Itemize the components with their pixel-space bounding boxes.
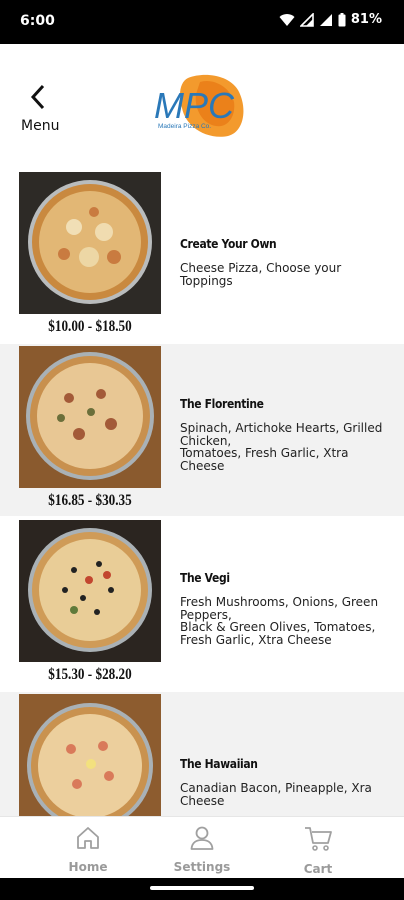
item-description: Cheese Pizza, Choose your Toppings (180, 261, 342, 288)
item-description: Fresh Mushrooms, Onions, Green Peppers, … (180, 595, 379, 647)
pizza-photo (19, 520, 161, 662)
price-label: $16.85 - $30.35 (48, 492, 132, 509)
bottom-nav: Home Settings Cart (0, 816, 404, 879)
status-time: 6:00 (20, 13, 55, 29)
home-icon (77, 827, 99, 849)
signal-icon (299, 12, 314, 27)
svg-text:Madeira Pizza Co.: Madeira Pizza Co. (158, 123, 211, 130)
pizza-photo (19, 172, 161, 314)
menu-item[interactable]: $15.30 - $28.20 The Vegi Fresh Mushrooms… (0, 518, 404, 690)
menu-item[interactable]: $16.85 - $30.35 The Florentine Spinach, … (0, 344, 404, 516)
price-label: $10.00 - $18.50 (48, 318, 132, 335)
nav-cart-label: Cart (303, 862, 333, 876)
restaurant-logo: MPC Madeira Pizza Co. (148, 72, 258, 142)
chevron-left-icon (30, 84, 45, 110)
header: Menu MPC Madeira Pizza Co. (0, 44, 404, 170)
nav-cart[interactable]: Cart (278, 825, 358, 876)
item-name: The Vegi (180, 570, 230, 585)
nav-settings[interactable]: Settings (162, 825, 242, 874)
nav-settings-label: Settings (173, 860, 231, 874)
pizza-photo (19, 694, 161, 816)
user-icon (190, 826, 214, 850)
item-name: Create Your Own (180, 236, 277, 251)
cart-icon (305, 827, 332, 851)
wifi-icon (279, 13, 295, 26)
item-name: The Florentine (180, 396, 264, 411)
back-button[interactable]: Menu (18, 84, 68, 136)
battery-icon (338, 12, 346, 26)
svg-text:MPC: MPC (154, 85, 235, 126)
menu-item[interactable]: $10.00 - $18.50 Create Your Own Cheese P… (0, 170, 404, 342)
pizza-photo (19, 346, 161, 488)
item-name: The Hawaiian (180, 756, 258, 771)
nav-home[interactable]: Home (48, 825, 128, 874)
nav-home-label: Home (68, 860, 108, 874)
menu-item[interactable]: The Hawaiian Canadian Bacon, Pineapple, … (0, 692, 404, 816)
home-indicator[interactable] (150, 886, 254, 890)
status-bar: 6:00 81% (0, 0, 404, 44)
item-description: Spinach, Artichoke Hearts, Grilled Chick… (180, 421, 383, 473)
status-icons: 81% (279, 12, 382, 27)
battery-percent: 81% (350, 12, 382, 27)
item-description: Canadian Bacon, Pineapple, Xra Cheese (180, 781, 372, 808)
back-label: Menu (21, 118, 60, 134)
menu-list: $10.00 - $18.50 Create Your Own Cheese P… (0, 170, 404, 816)
signal-2-icon (319, 13, 332, 26)
price-label: $15.30 - $28.20 (48, 666, 132, 683)
gesture-bar (0, 878, 404, 900)
